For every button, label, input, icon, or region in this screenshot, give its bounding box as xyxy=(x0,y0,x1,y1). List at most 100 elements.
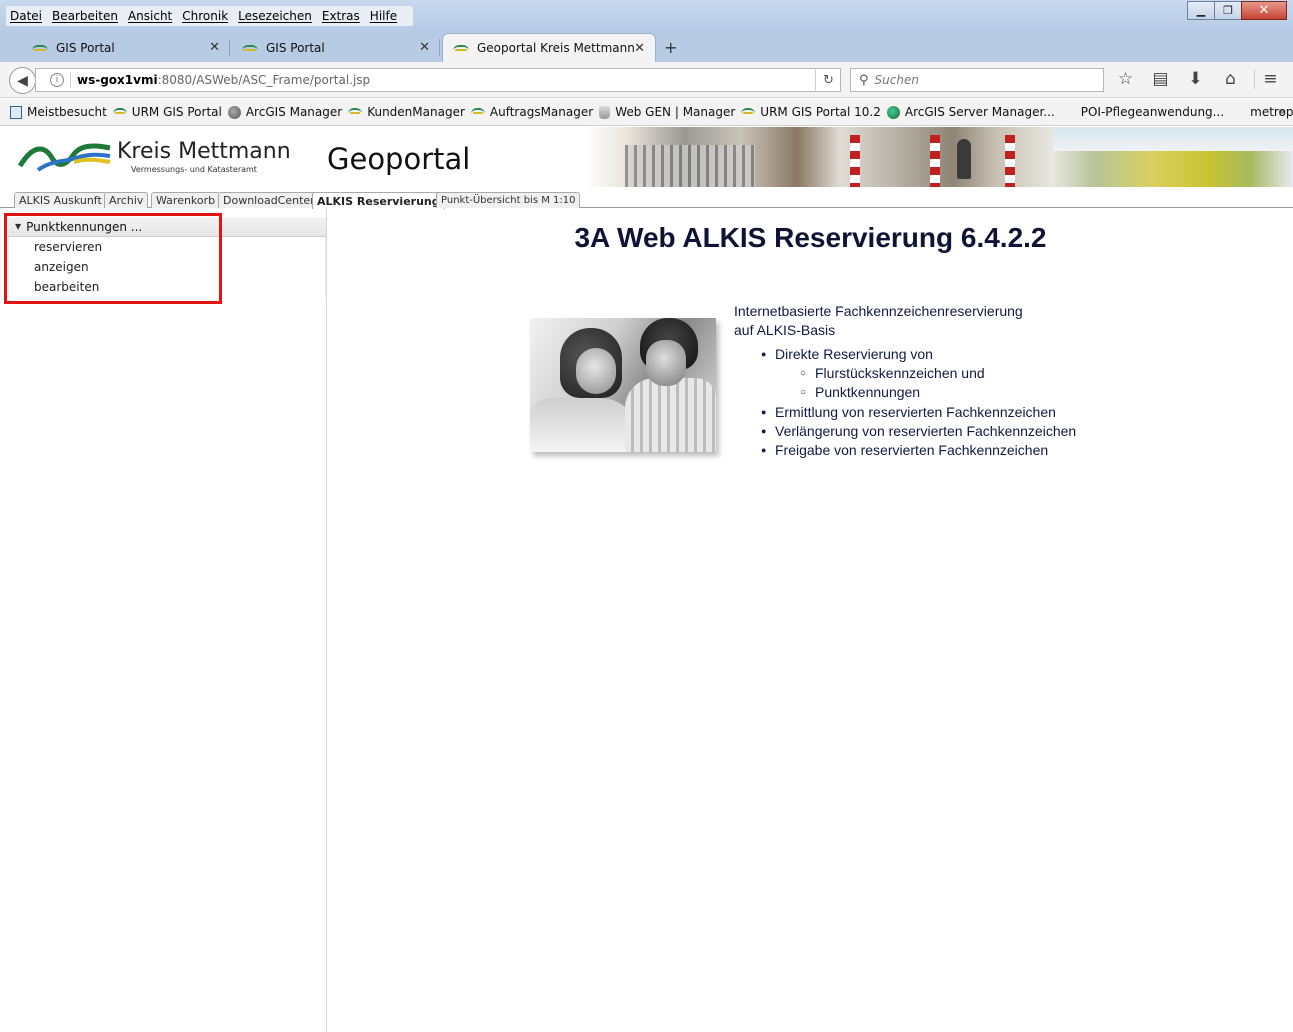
header-banner-image xyxy=(585,127,1293,187)
brand-name: Kreis Mettmann xyxy=(117,139,291,164)
tab-downloadcenter[interactable]: DownloadCenter xyxy=(218,192,320,208)
bookmark-label: POI-Pflegeanwendung... xyxy=(1080,105,1225,119)
intro-line-1: Internetbasierte Fachkennzeichenreservie… xyxy=(734,303,1023,319)
urm-favicon-icon xyxy=(470,107,485,117)
bookmark-label: KundenManager xyxy=(367,105,465,119)
close-tab-icon[interactable]: ✕ xyxy=(634,41,645,56)
list-item: Ermittlung von reservierten Fachkennzeic… xyxy=(760,403,1076,422)
close-window-button[interactable]: ✕ xyxy=(1241,1,1287,20)
bookmark-kundenmanager[interactable]: KundenManager xyxy=(348,105,465,119)
urm-favicon-icon xyxy=(242,42,258,54)
bookmark-label: metropoleruhr xyxy=(1250,105,1293,119)
photo-shirt xyxy=(625,378,716,452)
brand-subtitle: Vermessungs- und Katasteramt xyxy=(131,165,257,174)
bookmark-arcgis-manager[interactable]: ArcGIS Manager xyxy=(227,105,343,119)
bookmark-auftragsmanager[interactable]: AuftragsManager xyxy=(470,105,594,119)
bookmark-arcgis-server-manager[interactable]: ArcGIS Server Manager... xyxy=(886,105,1055,119)
tab-strip: GIS Portal ✕ GIS Portal ✕ Geoportal Krei… xyxy=(0,31,1293,62)
toolbar-icons: ☆ ▤ ⬇ ⌂ ≡ xyxy=(1114,69,1293,89)
tab-warenkorb[interactable]: Warenkorb xyxy=(151,192,221,208)
search-icon: ⚲ xyxy=(859,72,869,88)
menu-bar: Datei Bearbeiten Ansicht Chronik Lesezei… xyxy=(6,6,414,26)
banner-survey-pole xyxy=(930,135,940,187)
bookmark-star-icon[interactable]: ☆ xyxy=(1114,69,1137,89)
urm-favicon-icon xyxy=(112,107,127,117)
bookmark-label: URM GIS Portal 10.2 xyxy=(760,105,881,119)
minimize-icon: ▁ xyxy=(1196,4,1206,17)
tab-alkis-auskunft[interactable]: ALKIS Auskunft xyxy=(14,192,107,208)
tab-geoportal-kreis-mettmann[interactable]: Geoportal Kreis Mettmann ✕ xyxy=(442,33,656,62)
tab-alkis-reservierung[interactable]: ALKIS Reservierung xyxy=(312,192,445,209)
bookmark-web-gen-manager[interactable]: Web GEN | Manager xyxy=(599,105,735,119)
menu-hilfe[interactable]: Hilfe xyxy=(370,9,397,23)
bookmark-metropoleruhr[interactable]: metropoleruhr xyxy=(1250,105,1293,119)
bookmarks-overflow-icon[interactable]: » xyxy=(1278,105,1285,118)
close-tab-icon[interactable]: ✕ xyxy=(419,40,430,55)
bookmark-label: ArcGIS Server Manager... xyxy=(904,105,1055,119)
restore-icon: ❐ xyxy=(1223,4,1233,17)
minimize-button[interactable]: ▁ xyxy=(1187,1,1215,20)
banner-person xyxy=(957,139,971,179)
bookmark-label: AuftragsManager xyxy=(489,105,594,119)
banner-survey-pole xyxy=(850,135,860,187)
close-icon: ✕ xyxy=(1258,3,1270,18)
intro-text: Internetbasierte Fachkennzeichenreservie… xyxy=(734,302,1023,340)
urm-favicon-icon xyxy=(741,107,756,117)
back-button[interactable]: ◀ xyxy=(9,67,36,94)
search-input[interactable]: ⚲ Suchen xyxy=(850,68,1104,92)
hamburger-menu-icon[interactable]: ≡ xyxy=(1259,69,1282,89)
arrow-left-icon: ◀ xyxy=(17,72,28,89)
list-subitem: Punktkennungen xyxy=(760,383,1076,402)
toolbar-divider xyxy=(1254,69,1255,89)
highlight-annotation-box xyxy=(4,213,222,304)
kreis-mettmann-logo xyxy=(18,143,111,172)
bookmark-label: Web GEN | Manager xyxy=(615,105,736,119)
download-icon[interactable]: ⬇ xyxy=(1184,69,1207,89)
menu-extras[interactable]: Extras xyxy=(322,9,360,23)
tab-gis-portal-2[interactable]: GIS Portal ✕ xyxy=(232,33,440,62)
title-bar: Datei Bearbeiten Ansicht Chronik Lesezei… xyxy=(0,0,1293,31)
reading-list-icon[interactable]: ▤ xyxy=(1149,69,1172,89)
banner-survey-pole xyxy=(1005,135,1015,187)
bookmark-label: URM GIS Portal xyxy=(131,105,222,119)
tab-gis-portal-1[interactable]: GIS Portal ✕ xyxy=(22,33,230,62)
bookmark-meistbesucht[interactable]: Meistbesucht xyxy=(10,105,107,119)
app-tab-bar: ALKIS Auskunft Archiv Warenkorb Download… xyxy=(0,189,1293,209)
list-subitem: Flurstückskennzeichen und xyxy=(760,364,1076,383)
menu-chronik[interactable]: Chronik xyxy=(182,9,228,23)
left-navigation-frame: ▼ Punktkennungen ... reservieren anzeige… xyxy=(0,209,327,1032)
list-item: Direkte Reservierung von xyxy=(760,345,1076,364)
tab-archiv[interactable]: Archiv xyxy=(104,192,149,208)
search-placeholder: Suchen xyxy=(874,73,919,87)
url-divider xyxy=(70,72,71,88)
menu-lesezeichen[interactable]: Lesezeichen xyxy=(238,9,312,23)
bookmark-poi-pflegeanwendung[interactable]: POI-Pflegeanwendung... xyxy=(1081,105,1224,119)
reload-button[interactable]: ↻ xyxy=(815,68,841,92)
window-controls: ▁ ❐ ✕ xyxy=(1187,1,1287,20)
tab-punkt-uebersicht[interactable]: Punkt-Übersicht bis M 1:10 xyxy=(436,192,581,208)
menu-datei[interactable]: Datei xyxy=(10,9,42,23)
photo-arm xyxy=(530,398,640,452)
menu-bearbeiten[interactable]: Bearbeiten xyxy=(52,9,118,23)
bookmark-urm-gis-portal-10-2[interactable]: URM GIS Portal 10.2 xyxy=(741,105,881,119)
url-bar[interactable]: i ws-gox1vmi:8080/ASWeb/ASC_Frame/portal… xyxy=(35,68,841,92)
maximize-button[interactable]: ❐ xyxy=(1214,1,1242,20)
arcgis-globe-icon xyxy=(886,105,900,119)
jar-icon xyxy=(599,105,611,119)
urm-favicon-icon xyxy=(453,42,469,54)
list-item: Freigabe von reservierten Fachkennzeiche… xyxy=(760,441,1076,460)
menu-ansicht[interactable]: Ansicht xyxy=(128,9,172,23)
home-icon[interactable]: ⌂ xyxy=(1219,69,1242,89)
info-icon[interactable]: i xyxy=(50,73,64,87)
close-tab-icon[interactable]: ✕ xyxy=(209,40,220,55)
banner-landscape xyxy=(1053,127,1293,151)
globe-icon xyxy=(227,105,241,119)
bookmark-urm-gis-portal[interactable]: URM GIS Portal xyxy=(112,105,222,119)
photo-face-man xyxy=(646,340,686,386)
most-visited-icon xyxy=(10,105,22,119)
new-tab-button[interactable]: + xyxy=(664,38,677,57)
students-photo xyxy=(530,318,716,452)
page-header: Kreis Mettmann Vermessungs- und Kataster… xyxy=(0,127,1293,189)
navigation-bar: ◀ i ws-gox1vmi:8080/ASWeb/ASC_Frame/port… xyxy=(0,62,1293,98)
bookmark-label: ArcGIS Manager xyxy=(245,105,343,119)
